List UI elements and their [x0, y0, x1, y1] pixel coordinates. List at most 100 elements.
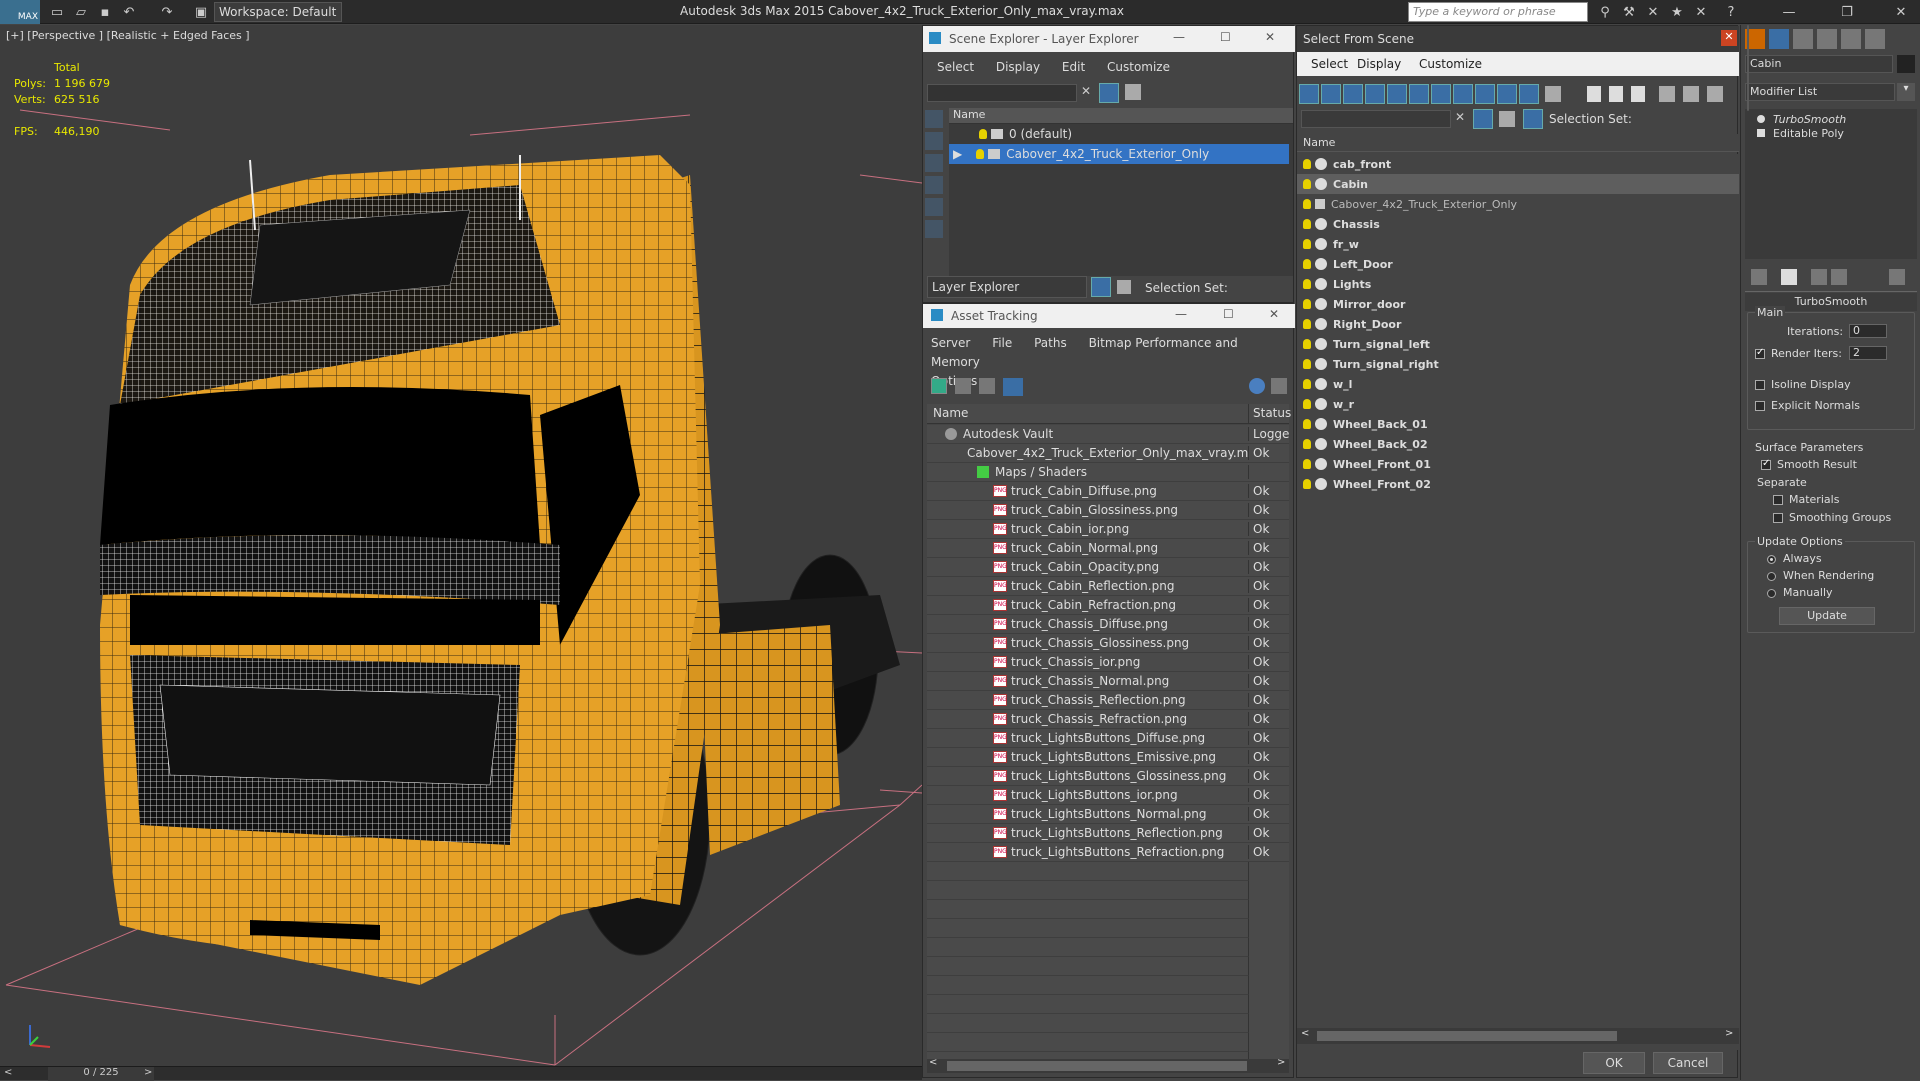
asset-row[interactable]: PNG truck_Cabin_ior.png Ok [927, 520, 1289, 539]
configure-sets-icon[interactable] [1889, 269, 1905, 285]
thumbnail-view-icon[interactable] [979, 378, 995, 394]
frame-counter[interactable]: 0 / 225 [48, 1067, 154, 1081]
asset-row[interactable]: PNG truck_LightsButtons_Normal.png Ok [927, 805, 1289, 824]
render-iters-checkbox[interactable] [1755, 347, 1765, 359]
menu-customize[interactable]: Customize [1107, 60, 1170, 74]
iterations-spinner[interactable]: 0 [1849, 324, 1887, 338]
layer-name-column-header[interactable]: Name [949, 108, 1293, 124]
object-row[interactable]: Wheel_Back_02 [1297, 434, 1739, 454]
light-bulb-icon[interactable] [976, 149, 985, 159]
when-rendering-radio[interactable] [1767, 572, 1776, 581]
app-logo-icon[interactable]: MAX [0, 0, 40, 24]
filter-bones-icon[interactable] [1475, 84, 1495, 104]
asset-name-column-header[interactable]: Name [927, 404, 1249, 423]
object-color-swatch[interactable] [1897, 55, 1915, 73]
filter-geometry-icon[interactable] [1299, 84, 1319, 104]
make-unique-icon[interactable] [1811, 269, 1827, 285]
time-slider[interactable]: < 0 / 225 > [0, 1066, 922, 1081]
explicit-normals-checkbox[interactable] [1755, 401, 1765, 411]
scene-explorer-search-input[interactable] [927, 84, 1077, 102]
asset-row[interactable]: PNG truck_Chassis_Glossiness.png Ok [927, 634, 1289, 653]
filter-hidden-icon[interactable] [1545, 86, 1561, 102]
display-none-icon[interactable] [925, 110, 943, 128]
expand-arrow-icon[interactable]: ▶ [953, 147, 962, 161]
help-icon[interactable]: ? [1722, 3, 1740, 21]
light-bulb-icon[interactable] [1303, 399, 1311, 409]
clear-search-icon[interactable]: ✕ [1081, 84, 1091, 98]
options-icon[interactable] [1271, 378, 1287, 394]
asset-row[interactable]: Maps / Shaders [927, 463, 1289, 482]
layer-mode-icon[interactable] [1499, 111, 1515, 127]
object-row[interactable]: Turn_signal_right [1297, 354, 1739, 374]
close-icon[interactable]: ✕ [1892, 3, 1910, 21]
asset-row[interactable]: PNG truck_Cabin_Opacity.png Ok [927, 558, 1289, 577]
truck-wireframe-model[interactable] [0, 25, 922, 1067]
object-row[interactable]: Right_Door [1297, 314, 1739, 334]
menu-edit[interactable]: Edit [1062, 60, 1085, 74]
display-geometry-icon[interactable] [925, 176, 943, 194]
show-end-result-icon[interactable] [1781, 269, 1797, 285]
smoothing-groups-checkbox[interactable] [1773, 513, 1783, 523]
restore-icon[interactable]: ❐ [1838, 3, 1856, 21]
minimize-icon[interactable]: — [1780, 3, 1798, 21]
isoline-display-checkbox[interactable] [1755, 380, 1765, 390]
always-radio[interactable] [1767, 555, 1776, 564]
select-all-icon[interactable] [1587, 86, 1601, 102]
object-row[interactable]: fr_w [1297, 234, 1739, 254]
light-bulb-icon[interactable] [1303, 379, 1311, 389]
menu-paths[interactable]: Paths [1034, 336, 1067, 350]
light-bulb-icon[interactable] [1303, 419, 1311, 429]
light-bulb-icon[interactable] [1303, 319, 1311, 329]
display-all-icon[interactable] [925, 132, 943, 150]
light-bulb-icon[interactable] [1303, 439, 1311, 449]
display-lights-icon[interactable] [925, 220, 943, 238]
update-button[interactable]: Update [1779, 607, 1875, 625]
prev-frame-icon[interactable]: < [4, 1067, 12, 1078]
subscription-icon[interactable]: ⚒ [1620, 3, 1638, 21]
modifier-list-dropdown[interactable]: Modifier List [1745, 83, 1895, 101]
menu-bitmap-performance[interactable]: Bitmap Performance and Memory [931, 336, 1238, 369]
object-row[interactable]: Turn_signal_left [1297, 334, 1739, 354]
close-icon[interactable]: ✕ [1721, 30, 1737, 46]
search-input[interactable]: Type a keyword or phrase [1408, 2, 1588, 22]
motion-tab-icon[interactable] [1817, 29, 1837, 49]
list-view-icon[interactable] [955, 378, 971, 394]
hierarchy-mode-icon[interactable] [1523, 109, 1543, 129]
object-name-column-header[interactable]: Name [1297, 134, 1739, 152]
menu-customize[interactable]: Customize [1419, 57, 1482, 71]
open-file-icon[interactable]: ▱ [72, 3, 90, 21]
select-search-input[interactable] [1301, 110, 1451, 128]
object-list-scrollbar[interactable]: < > [1297, 1028, 1739, 1044]
chevron-down-icon[interactable]: ▾ [1897, 83, 1915, 101]
light-bulb-icon[interactable] [1303, 259, 1311, 269]
object-row[interactable]: cab_front [1297, 154, 1739, 174]
save-icon[interactable]: ▪ [96, 3, 114, 21]
render-iters-spinner[interactable]: 2 [1849, 346, 1887, 360]
asset-row[interactable]: PNG truck_Chassis_ior.png Ok [927, 653, 1289, 672]
light-bulb-icon[interactable] [1303, 459, 1311, 469]
light-bulb-icon[interactable] [1303, 299, 1311, 309]
scroll-left-icon[interactable]: < [1301, 1028, 1309, 1039]
maximize-icon[interactable]: ☐ [1220, 30, 1231, 44]
object-row[interactable]: w_l [1297, 374, 1739, 394]
menu-select[interactable]: Select [937, 60, 974, 74]
object-row[interactable]: Lights [1297, 274, 1739, 294]
materials-checkbox[interactable] [1773, 495, 1783, 505]
filter-dropdown-icon[interactable] [1659, 86, 1675, 102]
asset-status-column-header[interactable]: Status [1249, 404, 1291, 423]
select-none-icon[interactable] [1609, 86, 1623, 102]
light-bulb-icon[interactable] [1303, 239, 1311, 249]
light-bulb-icon[interactable] [1303, 199, 1311, 209]
asset-row[interactable]: PNG truck_Cabin_Glossiness.png Ok [927, 501, 1289, 520]
asset-row[interactable]: PNG truck_Chassis_Reflection.png Ok [927, 691, 1289, 710]
workspace-dropdown[interactable]: Workspace: Default [214, 2, 342, 22]
asset-row[interactable]: PNG truck_Chassis_Normal.png Ok [927, 672, 1289, 691]
light-bulb-icon[interactable] [1303, 219, 1311, 229]
display-invert-icon[interactable] [925, 154, 943, 172]
smooth-result-checkbox[interactable] [1761, 458, 1771, 470]
maximize-icon[interactable]: ☐ [1223, 307, 1234, 321]
hierarchy-tab-icon[interactable] [1793, 29, 1813, 49]
collapse-icon[interactable] [1707, 86, 1723, 102]
scroll-right-icon[interactable]: > [1725, 1028, 1733, 1039]
scrollbar-thumb[interactable] [947, 1061, 1247, 1071]
